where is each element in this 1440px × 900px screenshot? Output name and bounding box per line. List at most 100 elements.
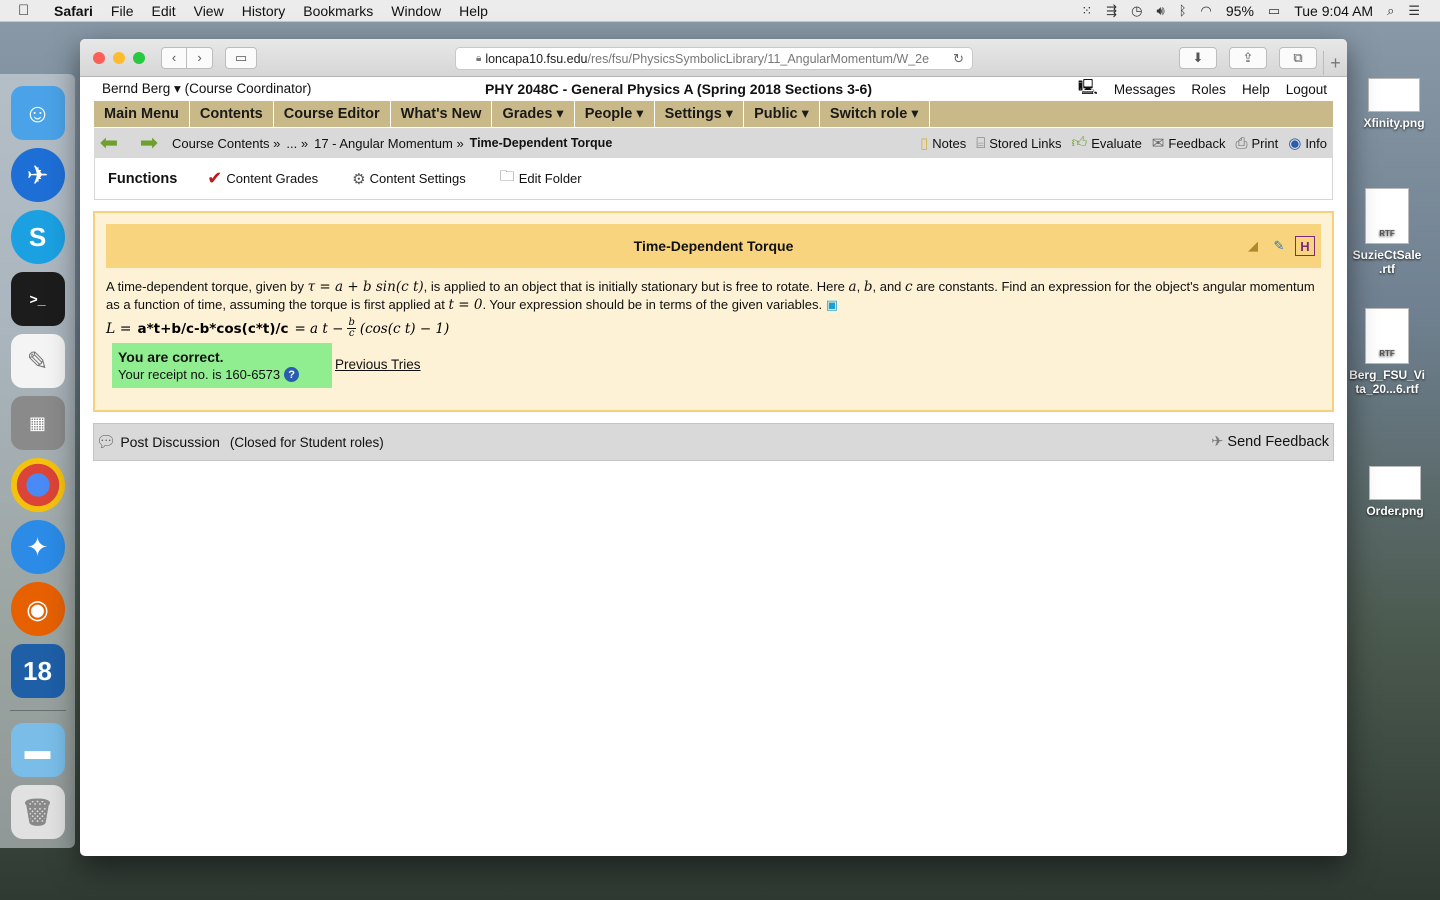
sidebar-toggle-button[interactable]: ▭: [225, 46, 257, 69]
link-roles[interactable]: Roles: [1191, 82, 1226, 97]
trash-icon[interactable]: 🗑︎: [10, 785, 65, 839]
downloads-folder-icon[interactable]: ▬: [10, 723, 65, 777]
skype-icon[interactable]: S: [10, 210, 65, 264]
terminal-icon[interactable]: >_: [10, 272, 65, 326]
back-button[interactable]: ‹: [161, 46, 187, 69]
share-icon: ⇪: [1242, 50, 1254, 65]
menubar-clock[interactable]: Tue 9:04 AM: [1294, 3, 1373, 19]
menu-help[interactable]: Help: [459, 3, 488, 19]
battery-percent[interactable]: 95%: [1226, 3, 1254, 19]
menu-window[interactable]: Window: [391, 3, 441, 19]
chrome-icon[interactable]: [10, 458, 65, 512]
new-tab-button[interactable]: +: [1323, 51, 1347, 75]
url-path: /res/fsu/PhysicsSymbolicLibrary/11_Angul…: [587, 51, 930, 66]
calculator-icon[interactable]: ▦: [10, 396, 65, 450]
safari-icon[interactable]: ✦: [10, 520, 65, 574]
forward-button[interactable]: ›: [187, 46, 213, 69]
lock-icon: 🔒︎: [476, 53, 482, 64]
menu-settings[interactable]: Settings ▾: [655, 101, 745, 127]
desktop-file-berg-fsu-vita[interactable]: RTF Berg_FSU_Vi ta_20...6.rtf: [1342, 308, 1432, 396]
desktop-file-suziectsale[interactable]: RTF SuzieCtSale .rtf: [1342, 188, 1432, 276]
notes-link[interactable]: ▯ Notes: [920, 134, 966, 152]
edit-folder-icon: 🗀: [499, 168, 515, 185]
stored-links-link[interactable]: ⌸ Stored Links: [976, 135, 1061, 152]
minimize-window-button[interactable]: [113, 51, 125, 64]
note-icon[interactable]: ▣: [826, 297, 838, 312]
content-settings-link[interactable]: ⚙ Content Settings: [352, 170, 466, 188]
menu-switch-role[interactable]: Switch role ▾: [820, 101, 930, 127]
reload-icon[interactable]: ↻: [953, 51, 964, 67]
volume-icon[interactable]: 🔊︎: [1157, 3, 1165, 19]
menu-whats-new[interactable]: What's New: [391, 101, 493, 127]
finder-icon[interactable]: ☺: [10, 86, 65, 140]
downloads-button[interactable]: ⬇: [1179, 47, 1217, 69]
edit-resource-icon[interactable]: ✎: [1269, 236, 1289, 256]
apple-icon[interactable]: : [18, 2, 40, 19]
airplay-icon[interactable]: ⇶: [1106, 3, 1117, 19]
zoom-window-button[interactable]: [133, 51, 145, 64]
edit-folder-link[interactable]: 🗀 Edit Folder: [500, 166, 582, 191]
menu-grades[interactable]: Grades ▾: [492, 101, 575, 127]
problem-statement: A time-dependent torque, given by τ = a …: [106, 279, 1315, 313]
share-button[interactable]: ⇪: [1229, 47, 1267, 69]
breadcrumb-angular-momentum[interactable]: 17 - Angular Momentum »: [314, 136, 464, 151]
menu-main-menu[interactable]: Main Menu: [94, 101, 190, 127]
close-window-button[interactable]: [93, 51, 105, 64]
info-link[interactable]: ◉ Info: [1288, 134, 1327, 152]
post-discussion-link[interactable]: Post Discussion: [120, 434, 220, 450]
next-resource-arrow-icon[interactable]: ➡: [136, 130, 162, 155]
bluetooth-icon[interactable]: ᛒ: [1179, 3, 1187, 18]
textedit-icon[interactable]: ✎: [10, 334, 65, 388]
receipt-line: Your receipt no. is 160-6573 ?: [118, 367, 332, 382]
url-host: loncapa10.fsu.edu: [485, 51, 588, 66]
help-question-icon[interactable]: ?: [284, 367, 300, 382]
breadcrumb-ellipsis[interactable]: ... »: [286, 136, 308, 151]
link-logout[interactable]: Logout: [1286, 82, 1327, 97]
menu-file[interactable]: File: [111, 3, 134, 19]
menu-public[interactable]: Public ▾: [744, 101, 820, 127]
problem-title: Time-Dependent Torque: [633, 238, 794, 254]
rtf-document-icon: RTF: [1365, 308, 1409, 364]
openoffice-icon[interactable]: ✈: [10, 148, 65, 202]
print-link[interactable]: ⎙ Print: [1235, 135, 1278, 152]
sync-status-icon[interactable]: ⁙: [1081, 3, 1092, 19]
loncapa-header: Bernd Berg ▾ (Course Coordinator) PHY 20…: [80, 77, 1347, 101]
feedback-link[interactable]: ✉ Feedback: [1152, 134, 1226, 152]
battery-icon[interactable]: ▭: [1268, 3, 1280, 19]
send-feedback-link[interactable]: ✈ Send Feedback: [1211, 434, 1333, 450]
user-menu[interactable]: Bernd Berg ▾ (Course Coordinator): [102, 81, 311, 97]
image-thumbnail-icon: [1369, 466, 1421, 500]
spotlight-search-icon[interactable]: ⌕: [1387, 3, 1394, 19]
link-messages[interactable]: Messages: [1114, 82, 1176, 97]
desktop-file-label: Berg_FSU_Vi ta_20...6.rtf: [1349, 368, 1425, 396]
menu-edit[interactable]: Edit: [151, 3, 175, 19]
notification-center-icon[interactable]: ☰: [1408, 3, 1420, 19]
evaluate-link[interactable]: 👍︎ Evaluate: [1072, 134, 1142, 152]
safari-window: ‹ › ▭ 🔒︎ loncapa10.fsu.edu /res/fsu/Phys…: [80, 39, 1347, 856]
maple-icon[interactable]: 18: [10, 644, 65, 698]
firefox-icon[interactable]: ◉: [10, 582, 65, 636]
menu-people[interactable]: People ▾: [575, 101, 655, 127]
desktop-file-order[interactable]: Order.png: [1350, 466, 1440, 518]
menu-view[interactable]: View: [194, 3, 224, 19]
link-help[interactable]: Help: [1242, 82, 1270, 97]
address-bar[interactable]: 🔒︎ loncapa10.fsu.edu /res/fsu/PhysicsSym…: [455, 47, 973, 70]
grade-ruler-icon[interactable]: ◢: [1243, 236, 1263, 256]
history-icon[interactable]: H: [1295, 236, 1315, 256]
menu-history[interactable]: History: [242, 3, 286, 19]
desktop-file-xfinity[interactable]: Xfinity.png: [1349, 78, 1439, 130]
prev-resource-arrow-icon[interactable]: ⬅: [96, 130, 122, 155]
breadcrumb-course-contents[interactable]: Course Contents »: [172, 136, 280, 151]
menu-app-safari[interactable]: Safari: [54, 3, 93, 19]
menu-bookmarks[interactable]: Bookmarks: [303, 3, 373, 19]
monitor-icon[interactable]: 🖳: [1078, 77, 1098, 102]
wifi-icon[interactable]: ◠: [1201, 3, 1212, 19]
submitted-answer[interactable]: a*t+b/c-b*cos(c*t)/c: [137, 321, 288, 337]
time-machine-icon[interactable]: ◷: [1131, 3, 1142, 19]
menu-contents[interactable]: Contents: [190, 101, 274, 127]
content-grades-link[interactable]: ✔ Content Grades: [207, 168, 318, 189]
nav-actions: ▯ Notes ⌸ Stored Links 👍︎ Evaluate ✉ Feedbac…: [920, 134, 1333, 152]
tabs-overview-button[interactable]: ⧉: [1279, 47, 1317, 69]
previous-tries-link[interactable]: Previous Tries: [335, 357, 421, 372]
menu-course-editor[interactable]: Course Editor: [274, 101, 391, 127]
